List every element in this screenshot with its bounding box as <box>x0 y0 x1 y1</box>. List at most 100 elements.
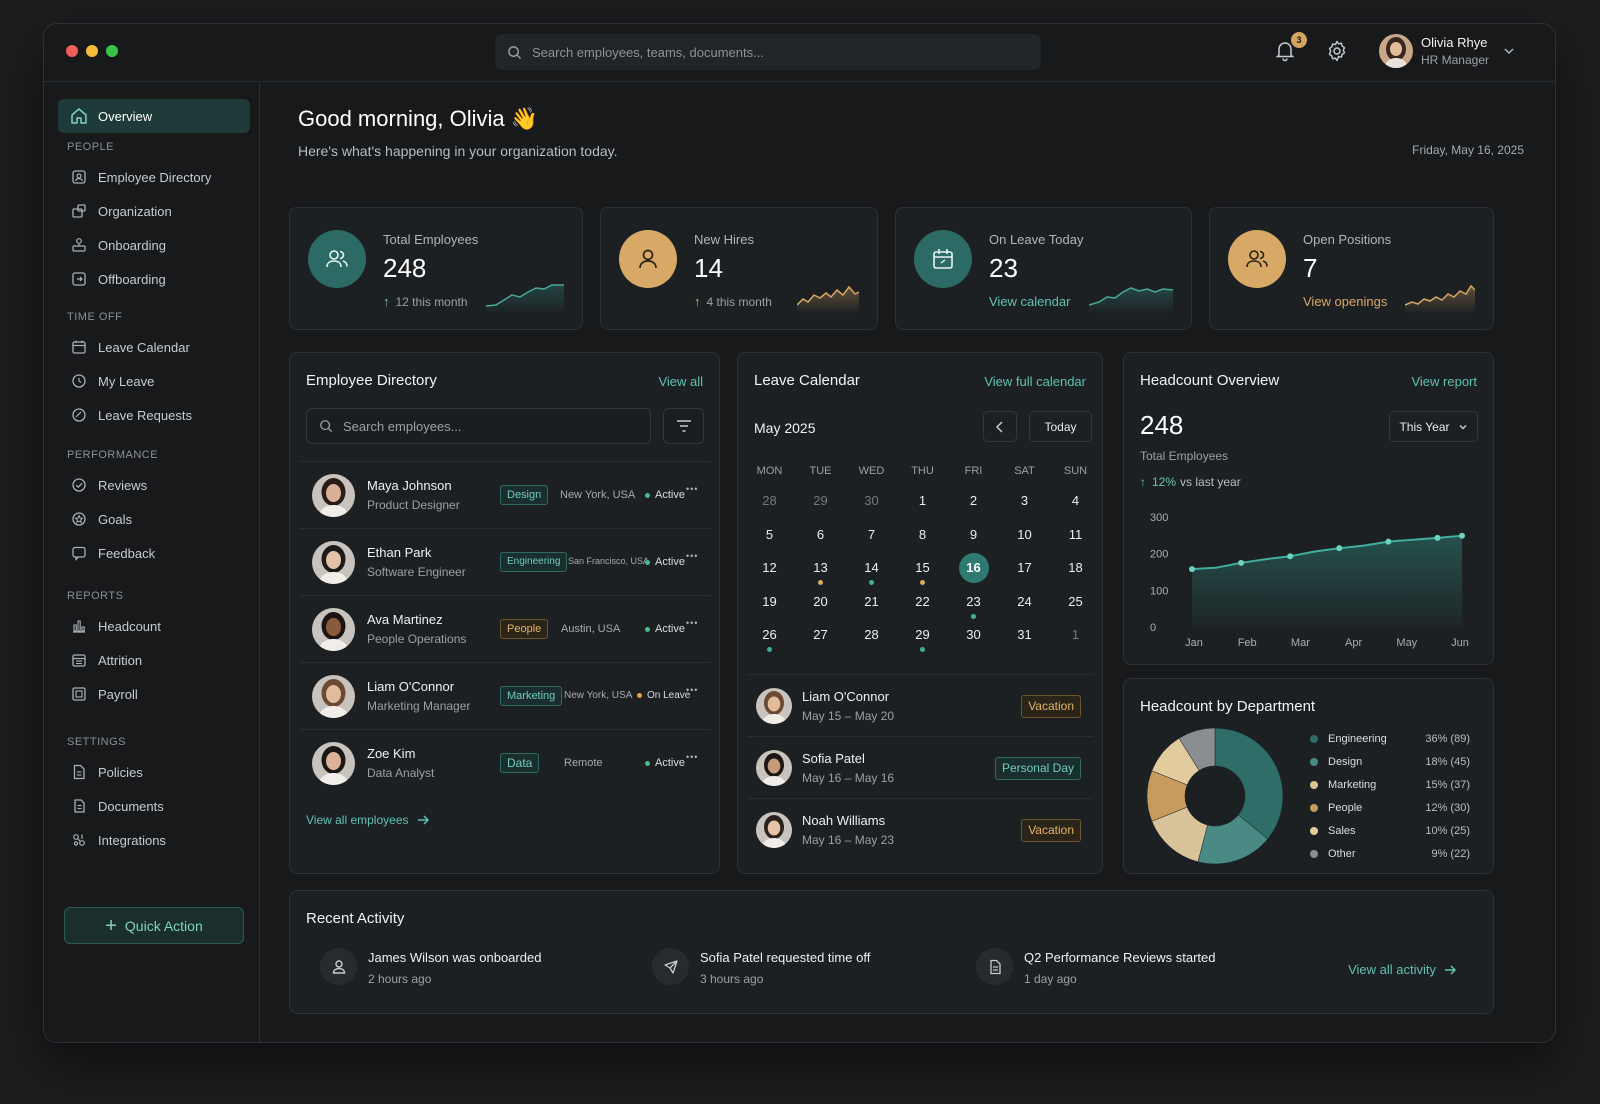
view-all-link[interactable]: View all <box>658 374 703 389</box>
calendar-day[interactable]: 22 <box>897 587 948 617</box>
view-openings-link[interactable]: View openings <box>1303 294 1387 309</box>
gear-icon <box>1328 40 1346 62</box>
activity-time: 2 hours ago <box>368 972 432 986</box>
more-options-icon[interactable]: ••• <box>686 551 698 561</box>
headcount-change: ↑ 12% vs last year <box>1140 475 1241 489</box>
sidebar-item-attrition[interactable]: Attrition <box>70 650 142 670</box>
view-all-activity-link[interactable]: View all activity <box>1348 962 1457 977</box>
stat-card-open-positions[interactable]: Open Positions 7 View openings <box>1209 207 1494 330</box>
calendar-day[interactable]: 16 <box>948 553 999 583</box>
calendar-day[interactable]: 10 <box>999 520 1050 550</box>
sidebar-item-policies[interactable]: Policies <box>70 762 143 782</box>
user-avatar[interactable] <box>1378 34 1413 68</box>
settings-button[interactable] <box>1325 39 1349 63</box>
sidebar-item-my-leave[interactable]: My Leave <box>70 371 154 391</box>
calendar-day[interactable]: 8 <box>897 520 948 550</box>
calendar-day[interactable]: 2 <box>948 486 999 516</box>
calendar-day[interactable]: 1 <box>1050 620 1101 650</box>
quick-action-button[interactable]: + Quick Action <box>64 907 244 944</box>
user-icon <box>320 948 357 985</box>
maximize-window-button[interactable] <box>106 45 118 57</box>
table-row[interactable]: Maya Johnson Product Designer Design New Yo… <box>300 461 710 528</box>
more-options-icon[interactable]: ••• <box>686 685 698 695</box>
sidebar-item-overview[interactable]: Overview <box>58 99 250 133</box>
more-options-icon[interactable]: ••• <box>686 484 698 494</box>
sidebar-item-payroll[interactable]: Payroll <box>70 684 138 704</box>
stat-card-new-hires[interactable]: New Hires 14 ↑ 4 this month <box>600 207 878 330</box>
calendar-day[interactable]: 6 <box>795 520 846 550</box>
calendar-day[interactable]: 29 <box>897 620 948 652</box>
global-search[interactable] <box>495 34 1041 70</box>
sidebar-item-feedback[interactable]: Feedback <box>70 543 155 563</box>
calendar-day[interactable]: 21 <box>846 587 897 617</box>
calendar-day[interactable]: 28 <box>744 486 795 516</box>
calendar-day[interactable]: 9 <box>948 520 999 550</box>
calendar-day[interactable]: 25 <box>1050 587 1101 617</box>
close-window-button[interactable] <box>66 45 78 57</box>
employee-search-input[interactable] <box>343 418 519 434</box>
calendar-day[interactable]: 29 <box>795 486 846 516</box>
notifications-button[interactable]: 3 <box>1273 32 1307 64</box>
stat-card-on-leave[interactable]: On Leave Today 23 View calendar <box>895 207 1192 330</box>
leave-item[interactable]: Liam O'Connor May 15 – May 20 Vacation <box>748 674 1093 736</box>
calendar-day[interactable]: 18 <box>1050 553 1101 583</box>
global-search-input[interactable] <box>532 44 1012 60</box>
sidebar-item-leave-requests[interactable]: Leave Requests <box>70 405 192 425</box>
sidebar-item-onboarding[interactable]: Onboarding <box>70 235 166 255</box>
calendar-day[interactable]: 30 <box>948 620 999 650</box>
more-options-icon[interactable]: ••• <box>686 752 698 762</box>
minimize-window-button[interactable] <box>86 45 98 57</box>
sidebar-item-offboarding[interactable]: Offboarding <box>70 269 166 289</box>
view-calendar-link[interactable]: View calendar <box>989 294 1070 309</box>
calendar-day[interactable]: 31 <box>999 620 1050 650</box>
view-all-employees-link[interactable]: View all employees <box>306 813 430 827</box>
calendar-day[interactable]: 4 <box>1050 486 1101 516</box>
headcount-point <box>1385 538 1392 545</box>
sidebar-item-leave-calendar[interactable]: Leave Calendar <box>70 337 190 357</box>
calendar-day[interactable]: 30 <box>846 486 897 516</box>
sidebar-item-headcount[interactable]: Headcount <box>70 616 161 636</box>
table-row[interactable]: Ethan Park Software Engineer Engineering Sa… <box>300 528 710 595</box>
sidebar-item-organization[interactable]: Organization <box>70 201 172 221</box>
sidebar-item-goals[interactable]: Goals <box>70 509 132 529</box>
view-full-calendar-link[interactable]: View full calendar <box>984 374 1086 389</box>
calendar-day[interactable]: 14 <box>846 553 897 585</box>
sidebar-item-employee-directory[interactable]: Employee Directory <box>70 167 211 187</box>
calendar-day[interactable]: 3 <box>999 486 1050 516</box>
calendar-day[interactable]: 5 <box>744 520 795 550</box>
calendar-day[interactable]: 1 <box>897 486 948 516</box>
calendar-day[interactable]: 27 <box>795 620 846 650</box>
sidebar-item-integrations[interactable]: Integrations <box>70 830 166 850</box>
prev-month-button[interactable] <box>983 411 1017 442</box>
calendar-day[interactable]: 12 <box>744 553 795 583</box>
calendar-day[interactable]: 15 <box>897 553 948 585</box>
more-options-icon[interactable]: ••• <box>686 618 698 628</box>
filter-button[interactable] <box>663 408 704 444</box>
activity-text: Sofia Patel requested time off <box>700 950 871 965</box>
calendar-day[interactable]: 28 <box>846 620 897 650</box>
calendar-day[interactable]: 26 <box>744 620 795 652</box>
chevron-down-icon[interactable] <box>1503 45 1515 57</box>
calendar-day[interactable]: 23 <box>948 587 999 619</box>
leave-item[interactable]: Sofia Patel May 16 – May 16 Personal Day <box>748 736 1093 798</box>
leave-item[interactable]: Noah Williams May 16 – May 23 Vacation <box>748 798 1093 860</box>
period-select[interactable]: This Year <box>1389 411 1478 442</box>
sidebar-item-reviews[interactable]: Reviews <box>70 475 147 495</box>
calendar-day[interactable]: 17 <box>999 553 1050 583</box>
table-row[interactable]: Zoe Kim Data Analyst Data Remote Active ••• <box>300 729 710 796</box>
calendar-day[interactable]: 20 <box>795 587 846 617</box>
view-report-link[interactable]: View report <box>1411 374 1477 389</box>
calendar-day[interactable]: 7 <box>846 520 897 550</box>
employee-search[interactable] <box>306 408 651 444</box>
calendar-day[interactable]: 13 <box>795 553 846 585</box>
sidebar-item-documents[interactable]: Documents <box>70 796 164 816</box>
stat-card-total-employees[interactable]: Total Employees 248 ↑ 12 this month <box>289 207 583 330</box>
table-row[interactable]: Ava Martinez People Operations People Austi… <box>300 595 710 662</box>
calendar-day[interactable]: 19 <box>744 587 795 617</box>
calendar-day[interactable]: 24 <box>999 587 1050 617</box>
today-button[interactable]: Today <box>1029 411 1092 442</box>
headcount-point <box>1238 559 1245 566</box>
table-row[interactable]: Liam O'Connor Marketing Manager Marketing N… <box>300 662 710 729</box>
user-info[interactable]: Olivia Rhye HR Manager <box>1421 35 1489 67</box>
calendar-day[interactable]: 11 <box>1050 520 1101 550</box>
